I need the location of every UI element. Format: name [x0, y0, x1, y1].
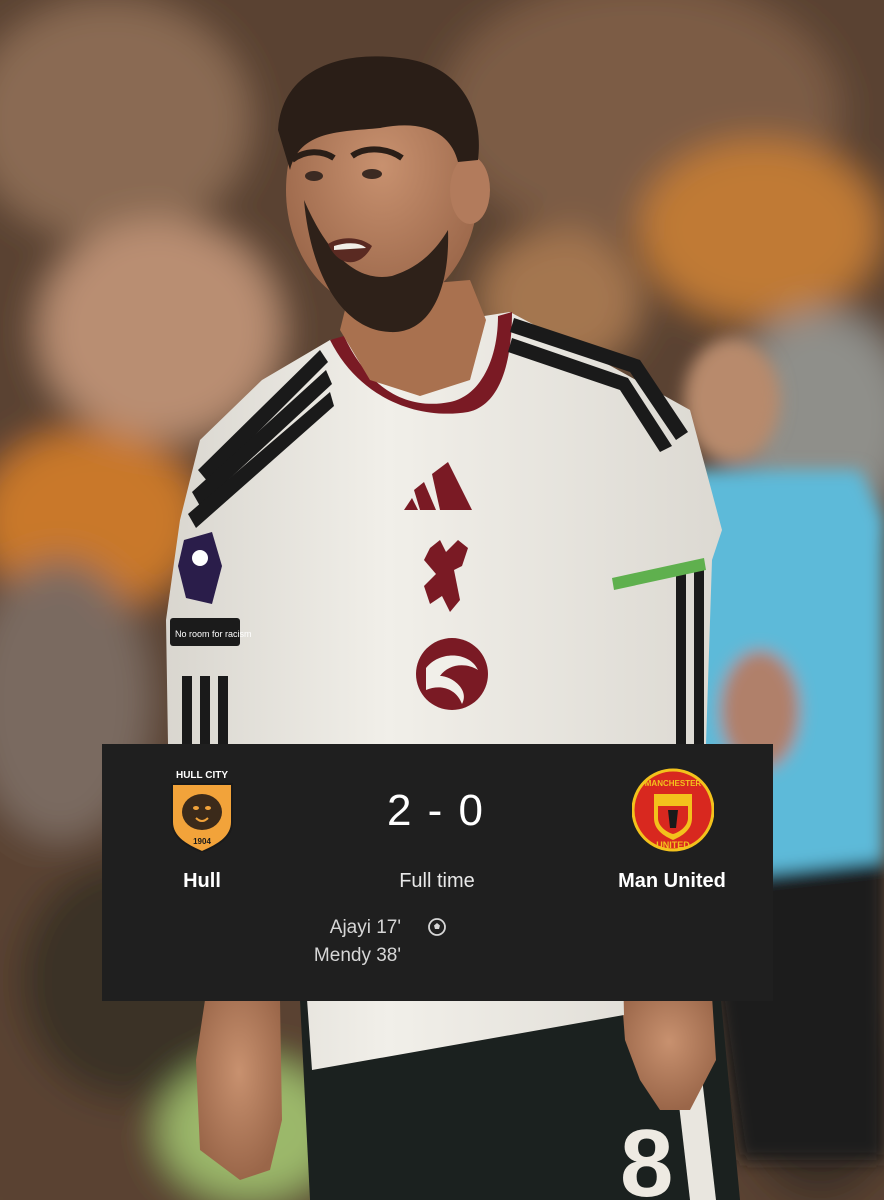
man-utd-crest-text-top: MANCHESTER [645, 779, 702, 788]
match-score: 2 - 0 [386, 786, 486, 835]
shirt-number: 8 [620, 1110, 673, 1200]
background-photo: 8 No room for racism [0, 0, 884, 1200]
sponsor-logo [416, 638, 488, 710]
hull-city-crest-icon: HULL CITY 1904 [171, 770, 233, 852]
goal-scorer: Ajayi 17' [329, 917, 401, 938]
goal-scorer: Mendy 38' [313, 945, 401, 966]
hull-crest-year: 1904 [193, 837, 211, 846]
soccer-ball-icon [428, 918, 446, 936]
home-team-name[interactable]: Hull [152, 870, 252, 893]
hull-crest-text: HULL CITY [176, 770, 228, 781]
away-team-name[interactable]: Man United [602, 870, 742, 893]
manchester-united-crest-icon: MANCHESTER UNITED [632, 768, 714, 852]
kit-badge-text: No room for racism [175, 629, 252, 639]
man-utd-crest-text-bottom: UNITED [656, 840, 690, 850]
match-status: Full time [399, 870, 475, 892]
